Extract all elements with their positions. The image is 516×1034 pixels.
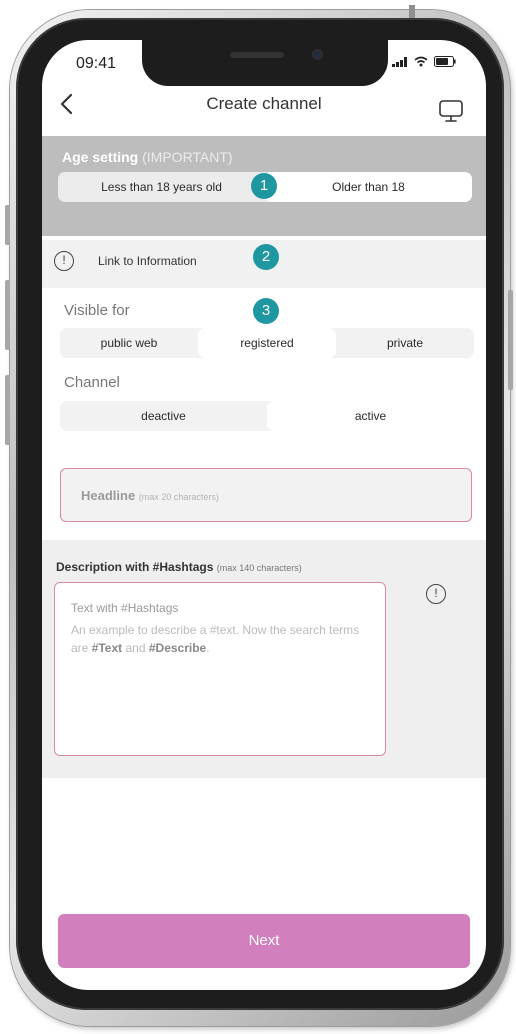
channel-segmented-control: deactive active (60, 401, 474, 431)
description-hint: (max 140 characters) (216, 563, 302, 573)
age-setting-label: Age setting (62, 149, 139, 165)
step-badge-1: 1 (251, 173, 277, 199)
description-placeholder-title: Text with #Hashtags (71, 601, 179, 615)
info-icon: ! (54, 251, 74, 271)
description-placeholder-text: An example to describe a #text. Now the … (71, 621, 371, 657)
description-textarea[interactable]: Text with #Hashtags An example to descri… (54, 582, 386, 756)
app-screen: 09:41 Create channel Age setting (IMPORT… (42, 40, 486, 990)
status-time: 09:41 (76, 55, 117, 72)
wifi-icon (414, 56, 428, 67)
headline-placeholder: Headline (max 20 characters) (81, 488, 219, 503)
description-placeholder-and: and (122, 641, 149, 655)
next-button[interactable]: Next (58, 914, 470, 968)
description-info-icon[interactable]: ! (426, 584, 446, 604)
channel-option-active[interactable]: active (267, 401, 474, 431)
visibility-option-public-web[interactable]: public web (60, 328, 198, 358)
channel-label: Channel (64, 374, 120, 391)
description-term-describe: #Describe (148, 641, 207, 655)
description-placeholder-end: . (206, 641, 210, 655)
description-label-text: Description with #Hashtags (56, 560, 214, 574)
status-icons (392, 56, 456, 67)
volume-down-button (5, 375, 10, 445)
headline-input[interactable]: Headline (max 20 characters) (60, 468, 472, 522)
headline-hint: (max 20 characters) (138, 492, 219, 502)
speaker-grille (230, 52, 284, 58)
channel-option-deactive[interactable]: deactive (60, 401, 267, 431)
mute-switch (5, 205, 10, 245)
headline-placeholder-text: Headline (81, 488, 136, 503)
camera-icon (312, 49, 323, 60)
age-setting-note: (IMPORTANT) (142, 149, 233, 165)
battery-icon (434, 56, 456, 67)
notch (142, 40, 388, 86)
volume-up-button (5, 280, 10, 350)
monitor-icon (439, 100, 463, 122)
phone-mockup: 09:41 Create channel Age setting (IMPORT… (0, 0, 516, 1034)
age-option-under-18[interactable]: Less than 18 years old (58, 172, 265, 202)
signal-icon (392, 56, 407, 67)
preview-button[interactable] (438, 98, 464, 124)
description-term-text: #Text (91, 641, 123, 655)
power-button (508, 290, 513, 390)
description-section: Description with #Hashtags (max 140 char… (42, 540, 486, 778)
page-title: Create channel (206, 94, 322, 113)
info-link-label: Link to Information (98, 254, 197, 268)
step-badge-3: 3 (253, 298, 279, 324)
step-badge-2: 2 (253, 244, 279, 270)
visibility-option-private[interactable]: private (336, 328, 474, 358)
visibility-option-registered[interactable]: registered (198, 328, 336, 358)
frame-marker (409, 5, 415, 19)
description-label: Description with #Hashtags (max 140 char… (56, 560, 302, 574)
visibility-segmented-control: public web registered private (60, 328, 474, 358)
age-option-over-18[interactable]: Older than 18 (265, 172, 472, 202)
age-setting-title: Age setting (IMPORTANT) (62, 149, 233, 165)
visible-for-label: Visible for (64, 302, 130, 319)
